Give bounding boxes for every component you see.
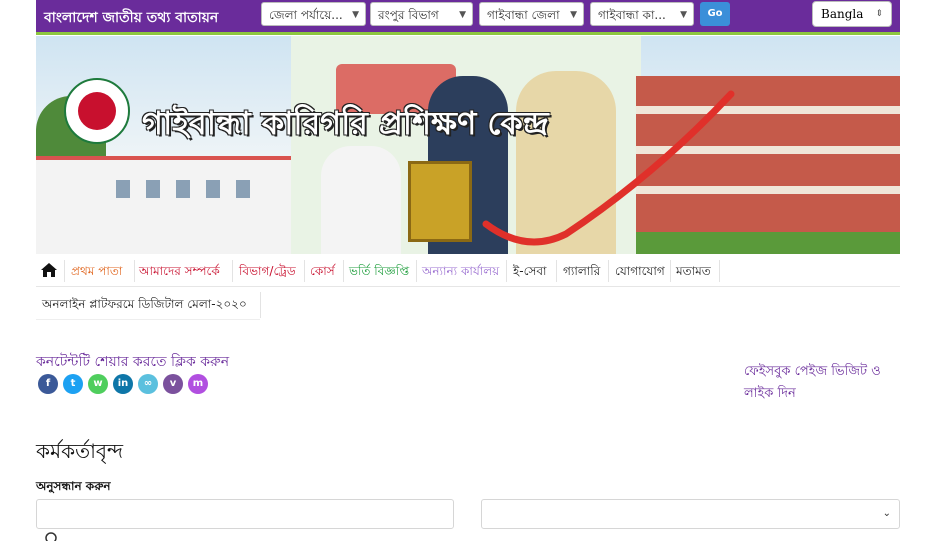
top-bar: বাংলাদেশ জাতীয় তথ্য বাতায়ন জেলা পর্যায…: [36, 0, 900, 35]
nav-separator: [260, 292, 261, 318]
govt-logo[interactable]: [64, 78, 130, 144]
window: [146, 180, 160, 198]
district-select-value: গাইবান্ধা জেলা: [487, 8, 560, 22]
chevron-down-icon: ⌄: [882, 508, 891, 519]
nav-separator: [304, 260, 305, 282]
window: [236, 180, 250, 198]
nav-item-digital-fair[interactable]: অনলাইন প্লাটফরমে ডিজিটাল মেলা-২০২০: [36, 289, 260, 320]
division-select[interactable]: রংপুর বিভাগ ▼: [370, 2, 473, 26]
check-mark-icon: [482, 90, 735, 246]
main-nav: প্রথম পাতা আমাদের সম্পর্কে বিভাগ/ট্রেড ক…: [36, 256, 900, 287]
search-input[interactable]: [36, 499, 454, 529]
linkedin-icon[interactable]: in: [113, 374, 133, 394]
language-select-value: Bangla: [821, 7, 864, 21]
search-icon[interactable]: [44, 531, 58, 541]
page-title: কর্মকর্তাবৃন্দ: [36, 439, 124, 463]
home-icon[interactable]: [40, 262, 58, 278]
nav-item-gallery[interactable]: গ্যালারি: [560, 256, 603, 286]
chevron-down-icon: ▼: [352, 10, 359, 20]
language-select[interactable]: Bangla ⇕: [812, 1, 892, 27]
chevron-down-icon: ▼: [459, 10, 466, 20]
nav-separator: [134, 260, 135, 282]
search-label: অনুসন্ধান করুন: [36, 479, 111, 493]
viber-icon[interactable]: v: [163, 374, 183, 394]
chevron-down-icon: ▼: [570, 10, 577, 20]
nav-item-feedback[interactable]: মতামত: [673, 256, 714, 286]
nav-item-eservice[interactable]: ই-সেবা: [510, 256, 550, 286]
go-button[interactable]: Go: [700, 2, 730, 26]
copy-link-icon[interactable]: ∞: [138, 374, 158, 394]
nav-separator: [506, 260, 507, 282]
nav-separator: [416, 260, 417, 282]
nav-item-trades[interactable]: বিভাগ/ট্রেড: [236, 256, 299, 286]
messenger-icon[interactable]: m: [188, 374, 208, 394]
banner-building-left: [36, 156, 296, 254]
share-label: কনটেন্টটি শেয়ার করতে ক্লিক করুন: [36, 354, 230, 370]
window: [206, 180, 220, 198]
nav-item-contact[interactable]: যোগাযোগ: [612, 256, 668, 286]
twitter-icon[interactable]: t: [63, 374, 83, 394]
nav-item-admission[interactable]: ভর্তি বিজ্ঞপ্তি: [346, 256, 412, 286]
nav-item-other-offices[interactable]: অন্যান্য কার্যালয়: [419, 256, 502, 286]
header-banner: গাইবান্ধা কারিগরি প্রশিক্ষণ কেন্দ্র: [36, 36, 900, 254]
nav-separator: [608, 260, 609, 282]
nav-separator: [232, 260, 233, 282]
nav-separator: [343, 260, 344, 282]
filter-select[interactable]: ⌄: [481, 499, 900, 529]
level-select[interactable]: জেলা পর্যায়ে... ▼: [261, 2, 366, 26]
nav-separator: [670, 260, 671, 282]
nav-separator: [719, 260, 720, 282]
nav-separator: [556, 260, 557, 282]
nav-item-courses[interactable]: কোর্স: [307, 256, 338, 286]
window: [116, 180, 130, 198]
whatsapp-icon[interactable]: w: [88, 374, 108, 394]
logo-emblem: [78, 92, 116, 130]
office-select-value: গাইবান্ধা কা...: [598, 8, 666, 22]
level-select-value: জেলা পর্যায়ে...: [269, 8, 343, 22]
banner-person: [321, 146, 401, 254]
chevron-updown-icon: ⇕: [875, 9, 883, 19]
chevron-down-icon: ▼: [680, 10, 687, 20]
nav-item-home[interactable]: প্রথম পাতা: [68, 256, 125, 286]
district-select[interactable]: গাইবান্ধা জেলা ▼: [479, 2, 584, 26]
office-select[interactable]: গাইবান্ধা কা... ▼: [590, 2, 694, 26]
facebook-page-link[interactable]: ফেইসবুক পেইজ ভিজিট ও লাইক দিন: [744, 361, 904, 405]
nav-item-about[interactable]: আমাদের সম্পর্কে: [136, 256, 223, 286]
facebook-icon[interactable]: f: [38, 374, 58, 394]
portal-title[interactable]: বাংলাদেশ জাতীয় তথ্য বাতায়ন: [44, 6, 218, 30]
nav-separator: [64, 260, 65, 282]
window: [176, 180, 190, 198]
division-select-value: রংপুর বিভাগ: [378, 8, 439, 22]
